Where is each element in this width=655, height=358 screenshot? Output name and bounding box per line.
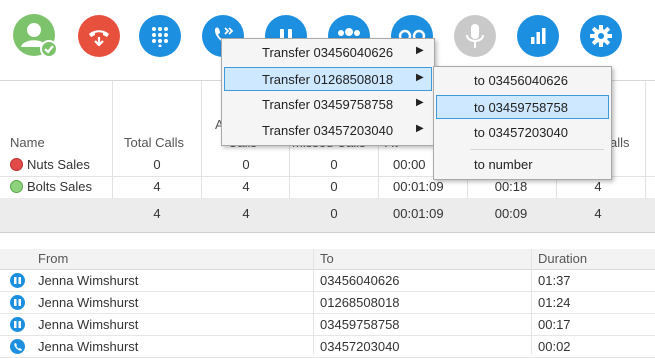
- menu-item-label: Transfer 03459758758: [262, 97, 394, 112]
- column-to[interactable]: To: [320, 251, 334, 266]
- dialpad-icon: [152, 27, 168, 47]
- totals-row: 4 4 0 00:01:09 00:09 4: [0, 198, 655, 233]
- status-dot-icon: [10, 158, 23, 171]
- call-duration: 00:17: [538, 317, 571, 332]
- submenu-item-3[interactable]: to 03457203040: [436, 121, 607, 145]
- menu-item-label: Transfer 03456040626: [262, 45, 394, 60]
- call-from: Jenna Wimshurst: [38, 273, 139, 288]
- answered-total: 4: [242, 206, 250, 221]
- call-to: 03457203040: [320, 339, 400, 354]
- column-calls[interactable]: alls: [610, 135, 630, 150]
- submenu-item-1[interactable]: to 03456040626: [436, 69, 607, 93]
- transfer-submenu: to 03456040626 to 03459758758 to 0345720…: [433, 66, 612, 180]
- call-row[interactable]: Jenna Wimshurst 03459758758 00:17: [0, 314, 655, 336]
- calls-total: 4: [594, 206, 602, 221]
- call-duration: 01:37: [538, 273, 571, 288]
- call-row[interactable]: Jenna Wimshurst 01268508018 01:24: [0, 292, 655, 314]
- column-duration[interactable]: Duration: [538, 251, 587, 266]
- call-row[interactable]: Jenna Wimshurst 03457203040 00:02: [0, 336, 655, 358]
- transfer-menu: Transfer 03456040626 ▶ Transfer 01268508…: [221, 38, 435, 146]
- stats-icon: [531, 28, 546, 44]
- hold-icon: [10, 273, 25, 288]
- settings-icon: [590, 25, 612, 47]
- hold-icon: [10, 295, 25, 310]
- status-dot-icon: [10, 180, 23, 193]
- call-from: Jenna Wimshurst: [38, 339, 139, 354]
- column-name[interactable]: Name: [10, 135, 45, 150]
- menu-item-label: Transfer 03457203040: [262, 123, 394, 138]
- queue-name-label: Bolts Sales: [27, 179, 93, 194]
- calls-cell: 4: [594, 179, 602, 194]
- column-from[interactable]: From: [38, 251, 68, 266]
- missed-total: 0: [330, 206, 338, 221]
- menu-item-transfer-2[interactable]: Transfer 01268508018 ▶: [224, 67, 432, 91]
- submenu-item-to-number[interactable]: to number: [436, 153, 607, 177]
- submenu-item-label: to number: [474, 157, 533, 172]
- hangup-icon: [89, 30, 109, 47]
- queue-name: Bolts Sales: [10, 179, 92, 194]
- total-calls-total: 4: [153, 206, 161, 221]
- call-from: Jenna Wimshurst: [38, 317, 139, 332]
- call-duration: 00:02: [538, 339, 571, 354]
- menu-item-transfer-1[interactable]: Transfer 03456040626 ▶: [224, 41, 430, 65]
- mute-button[interactable]: [454, 15, 496, 57]
- total-calls-cell: 4: [153, 179, 161, 194]
- submenu-item-label: to 03457203040: [474, 125, 568, 140]
- queue-name-label: Nuts Sales: [27, 157, 90, 172]
- status-button[interactable]: [12, 13, 58, 59]
- submenu-arrow-icon: ▶: [416, 45, 424, 56]
- wait-cell: 00:18: [494, 179, 528, 194]
- call-to: 01268508018: [320, 295, 400, 310]
- submenu-arrow-icon: ▶: [416, 97, 424, 108]
- calls-list-header: From To Duration: [0, 249, 655, 270]
- phone-icon: [10, 339, 25, 354]
- missed-cell: 0: [330, 157, 338, 172]
- column-total-calls[interactable]: Total Calls: [124, 135, 184, 150]
- call-row[interactable]: Jenna Wimshurst 03456040626 01:37: [0, 270, 655, 292]
- menu-item-transfer-4[interactable]: Transfer 03457203040 ▶: [224, 119, 430, 143]
- time-total: 00:01:09: [393, 206, 444, 221]
- stats-button[interactable]: [517, 15, 559, 57]
- hold-icon: [10, 317, 25, 332]
- microphone-icon: [466, 24, 484, 48]
- call-from: Jenna Wimshurst: [38, 295, 139, 310]
- missed-cell: 0: [330, 179, 338, 194]
- hangup-button[interactable]: [78, 15, 120, 57]
- dialpad-button[interactable]: [139, 15, 181, 57]
- submenu-arrow-icon: ▶: [416, 123, 424, 134]
- total-calls-cell: 0: [153, 157, 161, 172]
- menu-separator: [470, 149, 604, 150]
- time-cell: 00:01:09: [393, 179, 444, 194]
- call-to: 03459758758: [320, 317, 400, 332]
- queue-name: Nuts Sales: [10, 157, 90, 172]
- submenu-item-label: to 03459758758: [474, 100, 568, 115]
- user-status-icon: [13, 14, 58, 58]
- settings-button[interactable]: [580, 15, 622, 57]
- submenu-item-2[interactable]: to 03459758758: [436, 95, 609, 119]
- answered-cell: 4: [242, 179, 250, 194]
- wait-total: 00:09: [494, 206, 528, 221]
- submenu-arrow-icon: ▶: [416, 72, 424, 83]
- menu-item-transfer-3[interactable]: Transfer 03459758758 ▶: [224, 93, 430, 117]
- submenu-item-label: to 03456040626: [474, 73, 568, 88]
- menu-item-label: Transfer 01268508018: [262, 72, 394, 87]
- call-to: 03456040626: [320, 273, 400, 288]
- call-duration: 01:24: [538, 295, 571, 310]
- answered-cell: 0: [242, 157, 250, 172]
